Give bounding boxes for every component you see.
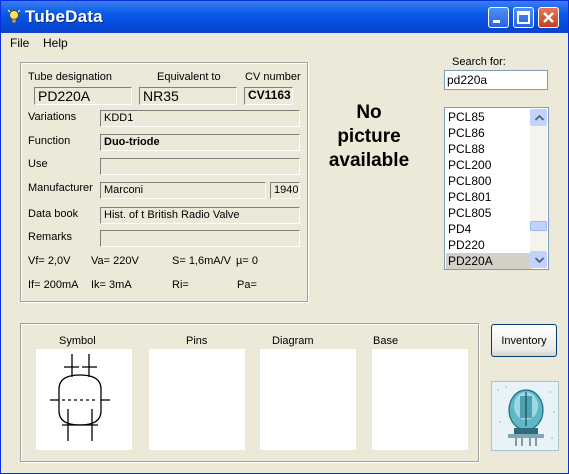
va-value: Va= 220V [91,255,139,267]
diagram-label: Diagram [272,335,314,347]
chevron-down-icon [535,257,544,263]
scroll-down-button[interactable] [530,251,547,268]
cv-number-label: CV number [245,71,301,83]
remarks-label: Remarks [28,231,73,243]
close-button[interactable] [538,7,559,28]
maximize-button[interactable] [513,7,534,28]
list-item[interactable]: PCL88 [446,141,532,157]
title-bar[interactable]: TubeData [1,1,568,33]
pins-label: Pins [186,335,208,347]
base-label: Base [373,335,399,347]
menu-file[interactable]: File [10,36,29,50]
tubedata-window: TubeData File Help Tube designation Equi… [0,0,569,474]
scroll-up-button[interactable] [530,109,547,126]
tube-logo-image [491,381,559,451]
databook-field[interactable]: Hist. of t British Radio Valve [100,207,300,224]
no-picture-message: No picture available [328,102,410,171]
remarks-field[interactable] [100,230,300,247]
pa-value: Pa= [237,279,257,291]
inventory-button[interactable]: Inventory [491,324,557,357]
window-title: TubeData [25,7,103,26]
list-item[interactable]: PCL85 [446,109,532,125]
chevron-up-icon [535,115,544,121]
designation-label: Tube designation [28,71,112,83]
lightbulb-icon [7,9,21,24]
duo-triode-symbol-icon [50,354,110,441]
equivalent-label: Equivalent to [157,71,221,83]
list-item[interactable]: PCL200 [446,157,532,173]
equivalent-field[interactable]: NR35 [139,87,237,105]
list-item[interactable]: PCL801 [446,189,532,205]
databook-label: Data book [28,208,79,220]
scroll-thumb[interactable] [530,221,547,231]
menu-bar: File Help [1,33,568,53]
minimize-icon [493,20,500,23]
list-item[interactable]: PCL800 [446,173,532,189]
symbol-panel [36,349,132,450]
function-field[interactable]: Duo-triode [100,134,300,151]
use-label: Use [28,158,48,170]
search-input[interactable] [444,70,548,90]
ik-value: Ik= 3mA [91,279,132,291]
base-panel [372,349,468,450]
list-item[interactable]: PCL86 [446,125,532,141]
maximize-icon [517,11,530,24]
list-item-selected[interactable]: PD220A [446,253,532,269]
manufacturer-field[interactable]: Marconi [100,182,266,199]
year-field[interactable]: 1940 [270,182,300,199]
tube-list[interactable]: PCL85 PCL86 PCL88 PCL200 PCL800 PCL801 P… [444,107,549,270]
variations-field[interactable]: KDD1 [100,110,300,127]
tube-list-items: PCL85 PCL86 PCL88 PCL200 PCL800 PCL801 P… [446,109,532,269]
list-item[interactable]: PD220 [446,237,532,253]
s-value: S= 1,6mA/V [172,255,232,267]
list-item[interactable]: PCL805 [446,205,532,221]
list-item[interactable]: PD4 [446,221,532,237]
diagram-panel [260,349,356,450]
list-scrollbar[interactable] [530,109,547,268]
symbol-label: Symbol [59,335,96,347]
designation-field[interactable]: PD220A [34,87,132,105]
vf-value: Vf= 2,0V [28,255,71,267]
cv-number-field[interactable]: CV1163 [244,87,293,105]
use-field[interactable] [100,158,300,175]
minimize-button[interactable] [488,7,509,28]
variations-label: Variations [28,111,77,123]
close-icon [543,12,554,23]
manufacturer-label: Manufacturer [28,182,93,194]
function-label: Function [28,135,71,147]
pins-panel [149,349,245,450]
menu-help[interactable]: Help [43,36,68,50]
search-label: Search for: [452,56,506,68]
ri-value: Ri= [172,279,189,291]
mu-value: µ= 0 [236,255,258,267]
if-value: If= 200mA [28,279,79,291]
vacuum-tube-logo-icon [497,386,555,446]
